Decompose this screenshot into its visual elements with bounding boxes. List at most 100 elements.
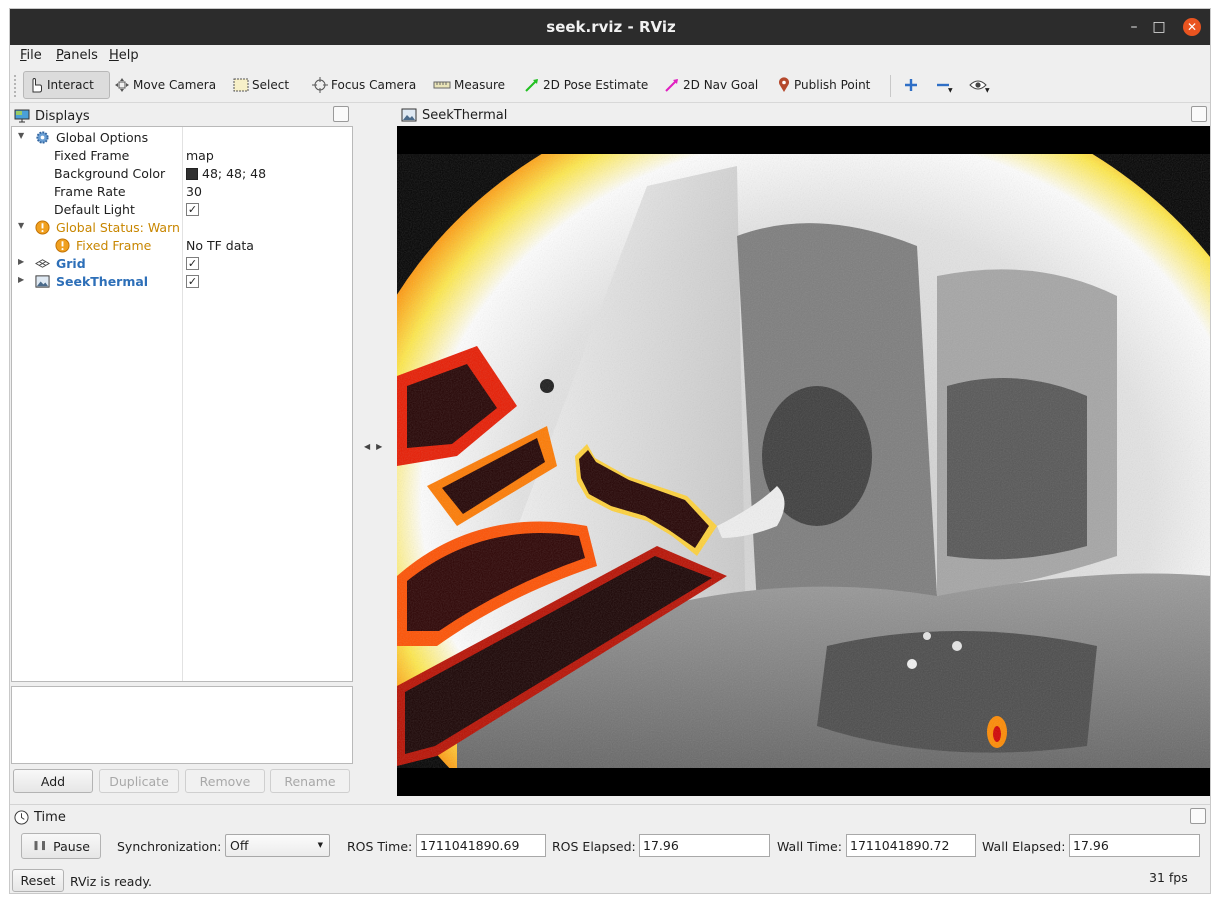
select-tool-button[interactable]: Select — [229, 71, 293, 99]
expand-arrow-icon[interactable]: ▼ — [18, 131, 24, 140]
fixed-frame-value[interactable]: map — [186, 148, 214, 163]
time-title: Time — [34, 809, 66, 825]
reset-button[interactable]: Reset — [12, 869, 64, 892]
status-fixed-frame-label: Fixed Frame — [76, 238, 152, 253]
grid-icon — [35, 259, 50, 268]
splitter-handle[interactable]: ◀▶ — [364, 442, 388, 451]
pose-estimate-tool-button[interactable]: 2D Pose Estimate — [520, 71, 652, 99]
green-arrow-icon — [525, 79, 538, 92]
measure-tool-button[interactable]: Measure — [429, 71, 509, 99]
measure-label: Measure — [454, 78, 505, 92]
displays-tree: ▼ Global Options Fixed Frame map Backgro… — [11, 126, 353, 682]
displays-panel-header: Displays — [14, 106, 90, 126]
time-panel-float-button[interactable] — [1190, 808, 1206, 824]
image-panel-float-button[interactable] — [1191, 106, 1207, 122]
ros-time-field[interactable]: 1711041890.69 — [416, 834, 546, 857]
menu-panels[interactable]: Panels — [56, 48, 98, 63]
tree-row-frame-rate[interactable]: Frame Rate 30 — [12, 183, 352, 201]
background-color-label: Background Color — [54, 166, 166, 181]
time-panel-header: Time — [14, 807, 66, 827]
synchronization-select[interactable]: Off ▼ — [225, 834, 330, 857]
nav-goal-tool-button[interactable]: 2D Nav Goal — [660, 71, 762, 99]
pose-estimate-label: 2D Pose Estimate — [543, 78, 649, 92]
publish-point-label: Publish Point — [794, 78, 871, 92]
synchronization-value: Off — [230, 838, 249, 853]
frame-rate-value[interactable]: 30 — [186, 184, 202, 199]
minimize-icon[interactable]: – — [1125, 18, 1143, 36]
monitor-icon — [14, 109, 30, 123]
ros-time-label: ROS Time: — [347, 839, 413, 854]
maximize-icon[interactable]: □ — [1150, 18, 1168, 36]
clock-icon — [14, 809, 29, 825]
tree-row-fixed-frame[interactable]: Fixed Frame map — [12, 147, 352, 165]
rename-display-button[interactable]: Rename — [270, 769, 350, 793]
rviz-window: seek.rviz - RViz – □ ✕ File Panels Help … — [9, 8, 1211, 894]
remove-tool-button[interactable]: ▼ — [932, 71, 954, 99]
tree-row-global-options[interactable]: ▼ Global Options — [12, 129, 352, 147]
wall-time-label: Wall Time: — [777, 839, 842, 854]
image-icon — [401, 108, 417, 122]
interact-tool-button[interactable]: Interact — [23, 71, 110, 99]
pause-label: Pause — [53, 838, 90, 854]
expand-arrow-icon[interactable]: ▼ — [18, 221, 24, 230]
tree-row-background-color[interactable]: Background Color 48; 48; 48 — [12, 165, 352, 183]
tree-row-status-fixed-frame[interactable]: Fixed Frame No TF data — [12, 237, 352, 255]
remove-display-button[interactable]: Remove — [185, 769, 265, 793]
focus-camera-label: Focus Camera — [331, 78, 417, 92]
duplicate-display-button[interactable]: Duplicate — [99, 769, 179, 793]
wall-elapsed-field[interactable]: 17.96 — [1069, 834, 1200, 857]
publish-point-tool-button[interactable]: Publish Point — [773, 71, 874, 99]
background-color-value[interactable]: 48; 48; 48 — [186, 166, 266, 181]
title-bar: seek.rviz - RViz – □ ✕ — [10, 9, 1210, 45]
views-tool-button[interactable]: ▼ — [965, 71, 991, 99]
menu-file[interactable]: File — [20, 48, 42, 63]
displays-title: Displays — [35, 108, 90, 124]
ros-elapsed-label: ROS Elapsed: — [552, 839, 636, 854]
menu-help[interactable]: Help — [109, 48, 139, 63]
toolbar-separator — [890, 75, 891, 97]
pause-icon: ❚❚ — [32, 841, 48, 851]
time-panel: Time ❚❚ Pause Synchronization: Off ▼ ROS… — [10, 804, 1210, 893]
gear-icon — [36, 131, 49, 144]
ruler-icon — [433, 81, 451, 89]
synchronization-label: Synchronization: — [117, 839, 222, 854]
interact-label: Interact — [47, 78, 94, 92]
move-camera-tool-button[interactable]: Move Camera — [110, 71, 220, 99]
property-description — [11, 686, 353, 764]
global-options-label: Global Options — [56, 130, 149, 145]
seekthermal-checkbox[interactable]: ✓ — [186, 275, 199, 288]
status-message: RViz is ready. — [70, 874, 152, 889]
add-display-button[interactable]: Add — [13, 769, 93, 793]
tree-row-global-status[interactable]: ▼ Global Status: Warn — [12, 219, 352, 237]
wall-elapsed-label: Wall Elapsed: — [982, 839, 1066, 854]
ros-elapsed-field[interactable]: 17.96 — [639, 834, 770, 857]
collapse-arrow-icon[interactable]: ▶ — [18, 257, 24, 266]
map-pin-icon — [779, 77, 789, 92]
color-swatch — [186, 168, 198, 180]
grid-checkbox[interactable]: ✓ — [186, 257, 199, 270]
hand-pointer-icon — [32, 77, 42, 93]
image-icon — [35, 275, 50, 288]
default-light-checkbox[interactable]: ✓ — [186, 203, 199, 216]
displays-float-button[interactable] — [333, 106, 349, 122]
status-fixed-frame-value: No TF data — [186, 238, 254, 253]
tree-row-default-light[interactable]: Default Light ✓ — [12, 201, 352, 219]
fixed-frame-label: Fixed Frame — [54, 148, 130, 163]
frame-rate-label: Frame Rate — [54, 184, 126, 199]
focus-crosshair-icon — [312, 77, 328, 93]
close-icon[interactable]: ✕ — [1183, 18, 1201, 36]
wall-time-field[interactable]: 1711041890.72 — [846, 834, 976, 857]
toolbar-grip[interactable] — [14, 75, 17, 97]
nav-goal-label: 2D Nav Goal — [683, 78, 759, 92]
add-tool-button[interactable] — [900, 71, 922, 99]
fps-counter: 31 fps — [1149, 870, 1188, 885]
toolbar: Interact Move Camera Select Focus Camera… — [10, 67, 1210, 103]
collapse-arrow-icon[interactable]: ▶ — [18, 275, 24, 284]
seekthermal-display-label: SeekThermal — [56, 274, 149, 289]
tree-row-grid[interactable]: ▶ Grid ✓ — [12, 255, 352, 273]
tree-row-seekthermal[interactable]: ▶ SeekThermal ✓ — [12, 273, 352, 291]
pause-button[interactable]: ❚❚ Pause — [21, 833, 101, 859]
chevron-down-icon: ▼ — [985, 87, 990, 94]
focus-camera-tool-button[interactable]: Focus Camera — [308, 71, 420, 99]
warning-icon — [55, 238, 70, 253]
